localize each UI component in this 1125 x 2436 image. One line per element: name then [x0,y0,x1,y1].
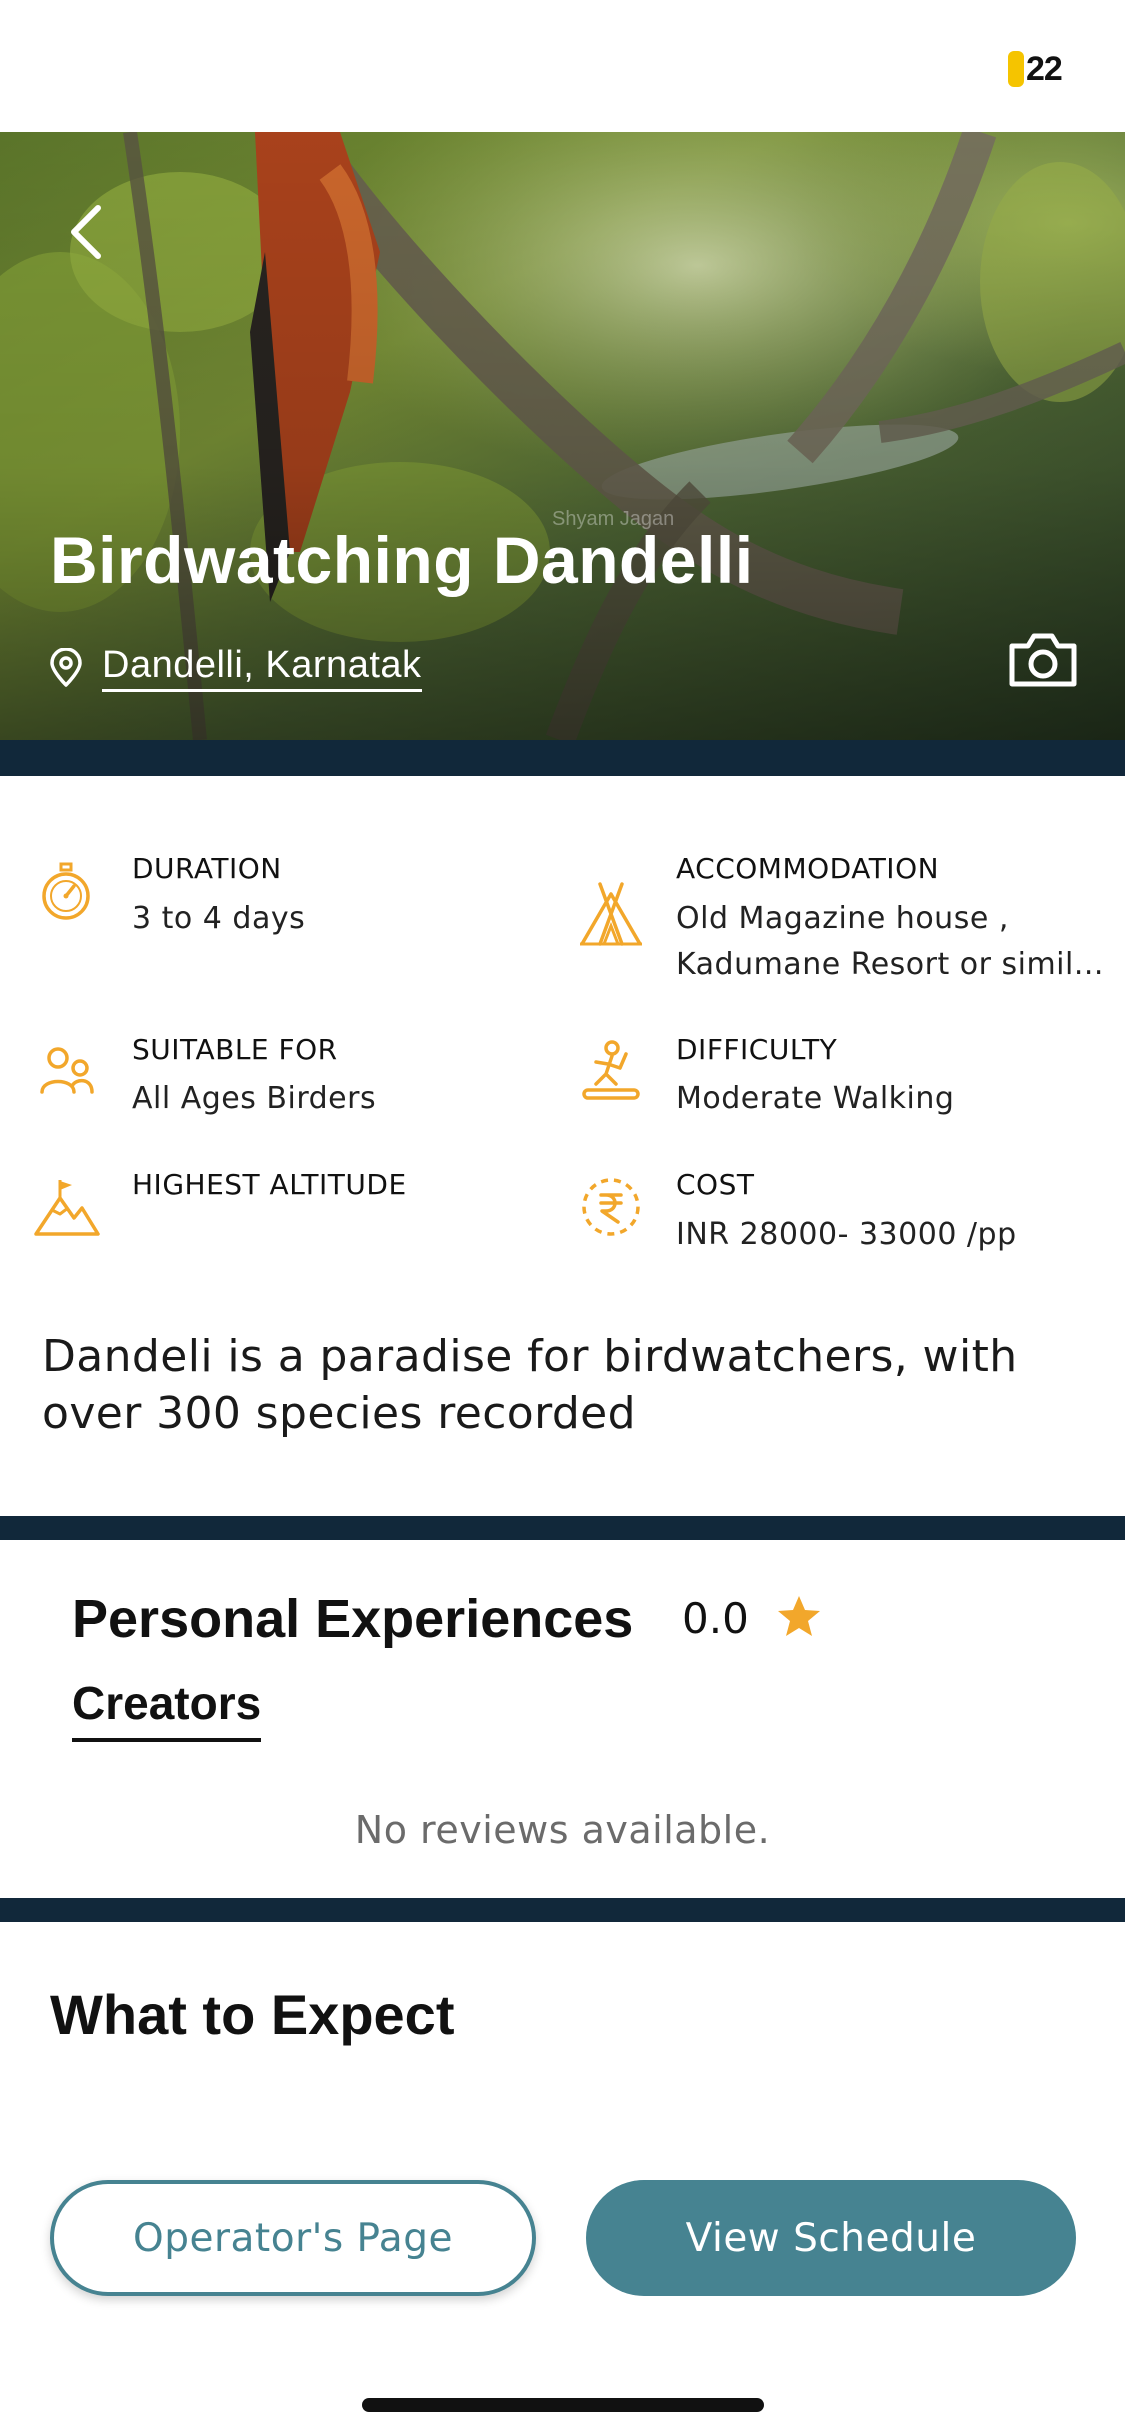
trip-description: Dandeli is a paradise for birdwatchers, … [42,1331,1018,1439]
difficulty-label: DIFFICULTY [676,1033,838,1066]
home-indicator[interactable] [362,2398,764,2412]
hero-banner: Shyam Jagan Birdwatching Dandelli Dandel… [0,132,1125,740]
operators-page-button[interactable]: Operator's Page [50,2180,536,2296]
accommodation-label: ACCOMMODATION [676,852,940,885]
suitable-for-label: SUITABLE FOR [132,1033,338,1066]
people-icon [40,1047,94,1094]
treadmill-icon [582,1040,640,1100]
tent-icon [580,882,642,946]
section-divider [0,1516,1125,1540]
battery-level: 22 [1026,49,1063,88]
rupee-icon [582,1178,640,1236]
empty-reviews-message: No reviews available. [354,1808,771,1852]
camera-icon[interactable] [1006,628,1080,690]
location-pin-icon [50,648,82,687]
duration-value: 3 to 4 days [132,901,306,936]
cost-label: COST [676,1168,755,1201]
accommodation-value-line2: Kadumane Resort or simil... [676,947,1104,982]
duration-label: DURATION [132,852,282,885]
location-text: Dandelli, Karnatak [102,644,422,692]
rating-value: 0.0 [682,1594,749,1643]
section-divider [0,1898,1125,1922]
experiences-title: Personal Experiences [72,1589,634,1649]
stopwatch-icon [42,862,90,920]
accommodation-value-line1: Old Magazine house , [676,901,1009,936]
battery-indicator: 22 [1008,48,1063,90]
back-icon[interactable] [62,202,112,262]
altitude-label: HIGHEST ALTITUDE [132,1168,407,1201]
suitable-for-value: All Ages Birders [132,1081,377,1116]
location-link[interactable]: Dandelli, Karnatak [48,644,422,692]
cost-value: INR 28000- 33000 /pp [676,1217,1017,1252]
status-bar: 22 [0,0,1125,132]
trip-title: Birdwatching Dandelli [50,523,754,597]
section-divider [0,740,1125,776]
view-schedule-button[interactable]: View Schedule [586,2180,1076,2296]
star-icon [778,1596,820,1636]
mountain-flag-icon [34,1180,100,1236]
battery-icon [1008,51,1024,87]
difficulty-value: Moderate Walking [676,1081,955,1116]
what-to-expect-title: What to Expect [50,1983,455,2046]
tab-creators[interactable]: Creators [72,1676,262,1742]
